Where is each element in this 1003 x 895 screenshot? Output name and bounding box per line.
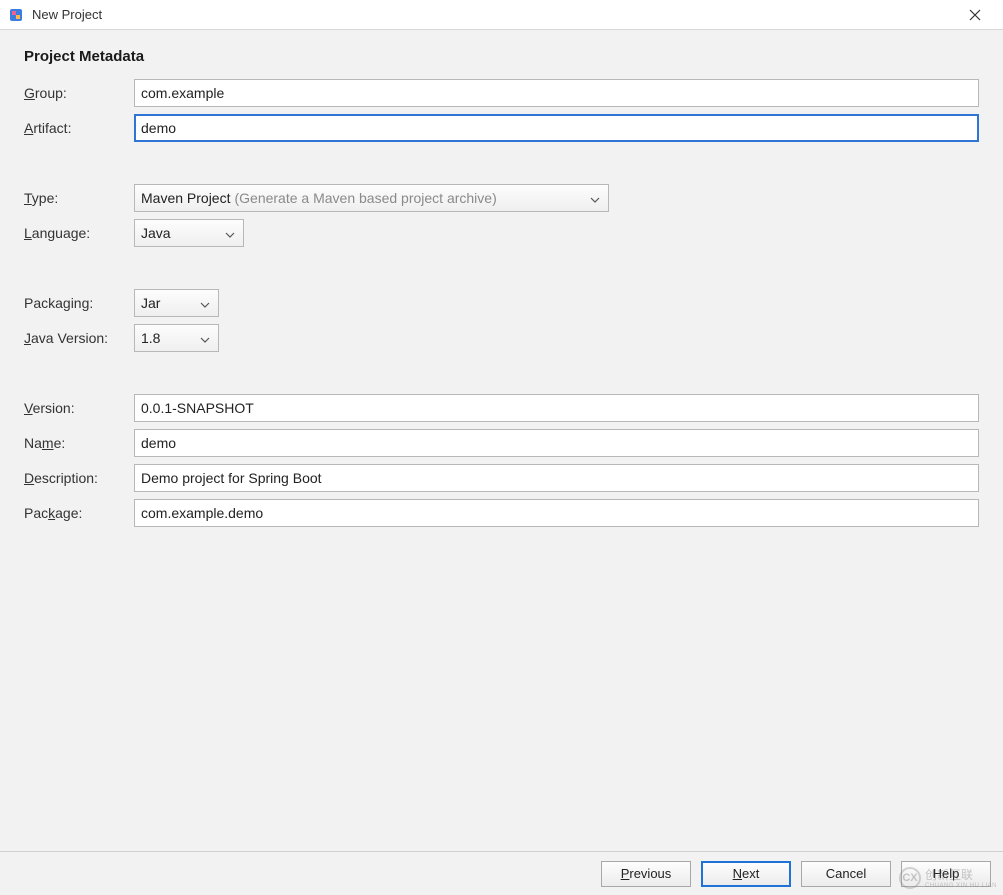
cancel-button[interactable]: Cancel	[801, 861, 891, 887]
artifact-label: Artifact:	[24, 120, 134, 136]
type-label: Type:	[24, 190, 134, 206]
name-input[interactable]	[134, 429, 979, 457]
package-input[interactable]	[134, 499, 979, 527]
chevron-down-icon	[590, 190, 600, 206]
version-input[interactable]	[134, 394, 979, 422]
group-label: Group:	[24, 85, 134, 101]
name-label: Name:	[24, 435, 134, 451]
packaging-value: Jar	[141, 295, 160, 311]
language-select[interactable]: Java	[134, 219, 244, 247]
artifact-input[interactable]	[134, 114, 979, 142]
group-input[interactable]	[134, 79, 979, 107]
button-bar: Previous Next Cancel Help	[0, 851, 1003, 895]
package-label: Package:	[24, 505, 134, 521]
language-label: Language:	[24, 225, 134, 241]
version-label: Version:	[24, 400, 134, 416]
help-button[interactable]: Help	[901, 861, 991, 887]
chevron-down-icon	[225, 225, 235, 241]
description-label: Description:	[24, 470, 134, 486]
java-version-value: 1.8	[141, 330, 160, 346]
next-button[interactable]: Next	[701, 861, 791, 887]
content-area: Project Metadata Group: Artifact: Type: …	[0, 30, 1003, 527]
packaging-select[interactable]: Jar	[134, 289, 219, 317]
type-hint: (Generate a Maven based project archive)	[234, 190, 496, 206]
close-button[interactable]	[955, 1, 995, 29]
packaging-label: Packaging:	[24, 295, 134, 311]
window-title: New Project	[32, 7, 955, 22]
chevron-down-icon	[200, 330, 210, 346]
type-select[interactable]: Maven Project (Generate a Maven based pr…	[134, 184, 609, 212]
app-icon	[8, 7, 24, 23]
language-value: Java	[141, 225, 171, 241]
titlebar: New Project	[0, 0, 1003, 30]
type-value: Maven Project	[141, 190, 230, 206]
section-title: Project Metadata	[24, 48, 979, 65]
previous-button[interactable]: Previous	[601, 861, 691, 887]
chevron-down-icon	[200, 295, 210, 311]
java-version-select[interactable]: 1.8	[134, 324, 219, 352]
java-version-label: Java Version:	[24, 330, 134, 346]
description-input[interactable]	[134, 464, 979, 492]
